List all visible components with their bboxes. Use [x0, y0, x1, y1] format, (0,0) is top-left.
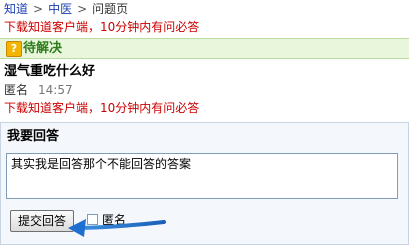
- promo-download-link[interactable]: 下载知道客户端，10分钟内有问必答: [4, 18, 199, 36]
- status-label: 待解决: [23, 41, 63, 56]
- answer-header: 我要回答: [7, 129, 60, 144]
- question-title: 湿气重吃什么好: [4, 64, 96, 79]
- status-bar: ? 待解决: [0, 38, 409, 59]
- answer-panel: 我要回答 其实我是回答那个不能回答的答案 提交回答 匿名: [0, 122, 409, 245]
- breadcrumb-separator: >: [33, 2, 44, 16]
- promo-download-link-2[interactable]: 下载知道客户端，10分钟内有问必答: [4, 99, 199, 117]
- anonymous-checkbox[interactable]: [87, 214, 98, 225]
- question-time: 14:57: [38, 83, 73, 97]
- breadcrumb-separator: >: [77, 2, 88, 16]
- breadcrumb-link-zhidao[interactable]: 知道: [4, 2, 28, 16]
- question-meta: 匿名 14:57: [4, 81, 73, 99]
- breadcrumb: 知道 > 中医 > 问题页: [4, 0, 128, 18]
- question-mark-icon: ?: [6, 41, 22, 57]
- anonymous-label[interactable]: 匿名: [102, 212, 126, 228]
- breadcrumb-link-zhongyi[interactable]: 中医: [48, 2, 72, 16]
- submit-answer-button[interactable]: 提交回答: [10, 210, 74, 232]
- question-author: 匿名: [4, 83, 29, 97]
- answer-textarea[interactable]: 其实我是回答那个不能回答的答案: [6, 153, 398, 199]
- breadcrumb-current: 问题页: [92, 2, 129, 16]
